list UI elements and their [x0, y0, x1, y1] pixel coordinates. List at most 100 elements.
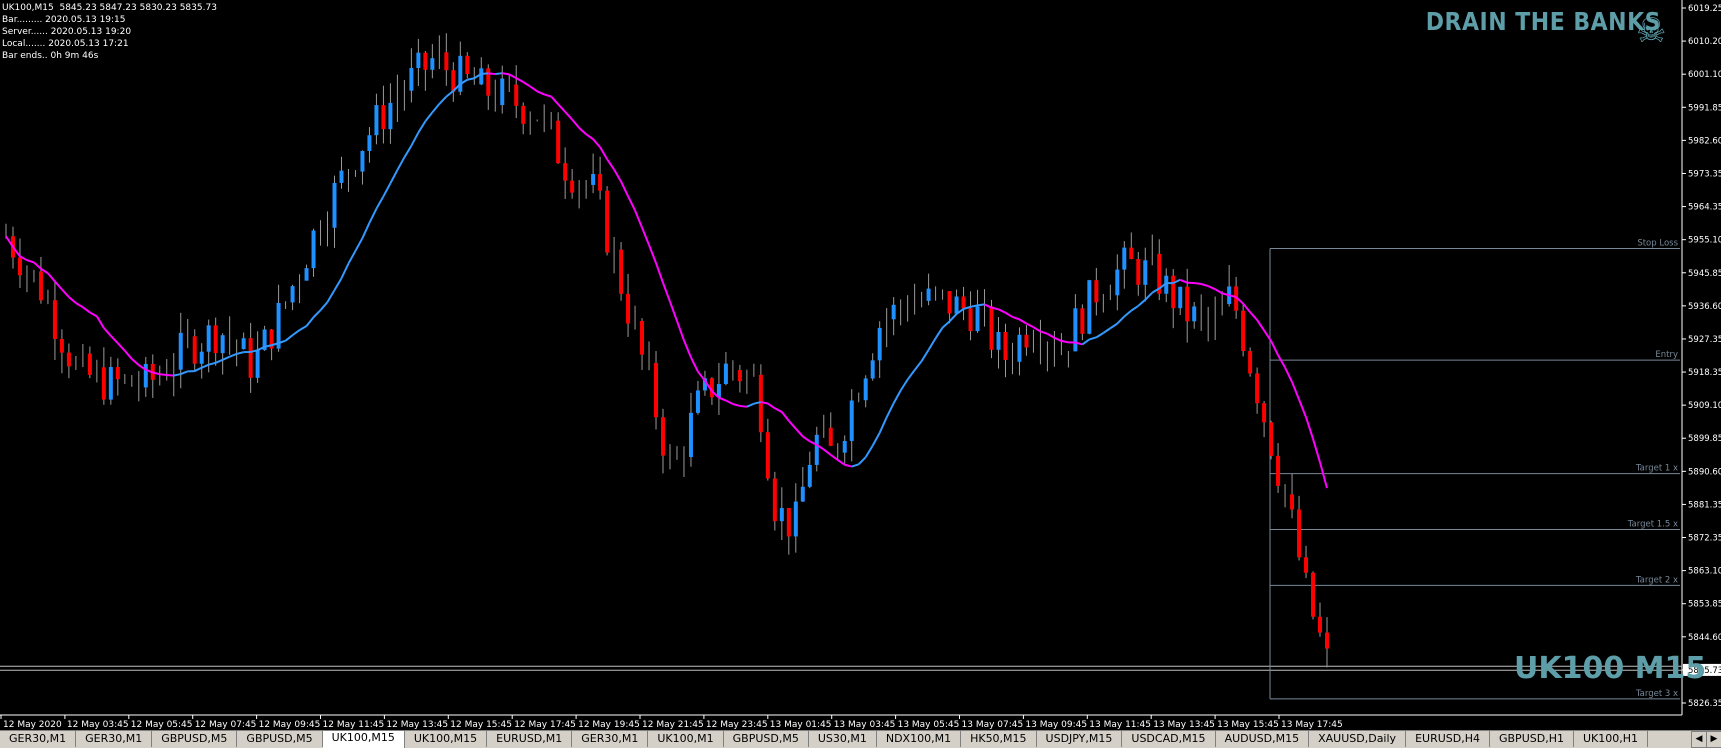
moving-average-segment	[929, 338, 936, 350]
chart-tab[interactable]: GBPUSD,M5	[152, 731, 237, 747]
time-tick-label: 12 May 11:45	[323, 720, 385, 730]
chart-tab[interactable]: GBPUSD,M5	[237, 731, 322, 747]
moving-average-segment	[873, 433, 880, 446]
moving-average-segment	[922, 350, 929, 361]
moving-average-segment	[216, 360, 223, 363]
moving-average-segment	[335, 278, 342, 290]
candle-body	[773, 478, 777, 521]
price-tick-label: 5927.35	[1688, 335, 1721, 345]
tab-scroll-left-button[interactable]: ◀	[1691, 731, 1707, 748]
price-tick-label: 5881.35	[1688, 500, 1721, 510]
candle-body	[969, 308, 973, 331]
chart-tab[interactable]: UK100,M15	[323, 730, 405, 748]
moving-average-segment	[600, 147, 607, 159]
moving-average-segment	[649, 245, 656, 263]
time-tick-label: 12 May 09:45	[259, 720, 321, 730]
moving-average-segment	[544, 94, 551, 96]
moving-average-segment	[425, 112, 432, 121]
candle-body	[661, 417, 665, 455]
moving-average-segment	[698, 372, 705, 381]
candle-body	[696, 390, 700, 412]
moving-average-segment	[1292, 382, 1299, 399]
chart-tab[interactable]: GBPUSD,H1	[1490, 731, 1574, 747]
time-tick-label: 13 May 05:45	[898, 720, 960, 730]
candle-body	[759, 375, 763, 432]
symbol-watermark: UK100 M15	[1514, 651, 1706, 686]
candle-body	[144, 364, 148, 387]
moving-average-segment	[628, 196, 635, 210]
candle-body	[1136, 259, 1140, 285]
moving-average-segment	[796, 429, 803, 437]
moving-average-segment	[118, 343, 125, 351]
candle-body	[409, 68, 413, 91]
moving-average-segment	[1131, 306, 1138, 311]
chart-tab[interactable]: USDCAD,M15	[1122, 731, 1215, 747]
trade-level-label: Target 1 x	[1635, 464, 1678, 474]
tab-scroll-right-button[interactable]: ▶	[1706, 731, 1721, 748]
chart-tab[interactable]: USDJPY,M15	[1037, 731, 1123, 747]
moving-average-segment	[998, 309, 1005, 312]
chart-tab[interactable]: AUDUSD,M15	[1216, 731, 1310, 747]
chart-tab[interactable]: GER30,M1	[572, 731, 648, 747]
price-tick-label: 5918.35	[1688, 368, 1721, 378]
candle-body	[1255, 373, 1259, 403]
candle-body	[619, 250, 623, 294]
candle-body	[116, 367, 120, 379]
moving-average-segment	[684, 340, 691, 357]
candle-body	[339, 171, 343, 183]
chart-tab[interactable]: GER30,M1	[0, 731, 76, 747]
chart-tab[interactable]: GBPUSD,M5	[724, 731, 809, 747]
moving-average-segment	[1250, 312, 1257, 320]
moving-average-segment	[866, 446, 873, 457]
moving-average-segment	[1117, 316, 1124, 323]
candle-body	[1178, 287, 1182, 308]
time-tick-label: 12 May 23:45	[706, 720, 768, 730]
moving-average-segment	[943, 321, 950, 327]
candle-body	[102, 367, 106, 399]
candle-body	[766, 432, 770, 478]
moving-average-segment	[502, 73, 509, 74]
moving-average-segment	[1145, 293, 1152, 300]
chart-tab[interactable]: EURUSD,H4	[1406, 731, 1490, 747]
chart-tab[interactable]: UK100,H1	[1574, 731, 1648, 747]
candle-body	[1311, 573, 1315, 617]
chart-tab[interactable]: GER30,M1	[76, 731, 152, 747]
time-tick-label: 12 May 13:45	[386, 720, 448, 730]
moving-average-segment	[362, 223, 369, 238]
moving-average-segment	[915, 361, 922, 370]
price-tick-label: 5909.10	[1688, 401, 1721, 411]
local-time-line: Local....... 2020.05.13 17:21	[2, 38, 129, 50]
price-tick-label: 5890.60	[1688, 467, 1721, 477]
chart-tab[interactable]: UK100,M1	[648, 731, 723, 747]
moving-average-segment	[726, 401, 733, 405]
chart-tab[interactable]: EURUSD,M1	[487, 731, 572, 747]
bar-ends-line: Bar ends.. 0h 9m 46s	[2, 50, 98, 62]
chart-tab[interactable]: NDX100,M1	[877, 731, 961, 747]
chart-tabs-bar: GER30,M1GER30,M1GBPUSD,M5GBPUSD,M5UK100,…	[0, 730, 1721, 748]
price-tick-label: 5844.60	[1688, 633, 1721, 643]
moving-average-segment	[642, 228, 649, 245]
candle-body	[1073, 308, 1077, 351]
candle-body	[976, 306, 980, 331]
chart-tab[interactable]: HK50,M15	[961, 731, 1036, 747]
price-tick-label: 6001.10	[1688, 70, 1721, 80]
moving-average-segment	[495, 73, 502, 74]
moving-average-segment	[230, 354, 237, 357]
candle-body	[214, 325, 218, 353]
chart-tab[interactable]: XAUUSD,Daily	[1309, 731, 1406, 747]
price-tick-label: 5973.35	[1688, 169, 1721, 179]
chart-tab[interactable]: US30,M1	[809, 731, 877, 747]
candle-body	[67, 353, 71, 367]
candle-body	[1248, 351, 1252, 373]
price-chart[interactable]: 6019.256010.206001.105991.855982.605973.…	[0, 0, 1721, 730]
price-tick-label: 5991.85	[1688, 103, 1721, 113]
time-tick-label: 12 May 19:45	[578, 720, 640, 730]
moving-average-segment	[509, 74, 516, 78]
chart-area[interactable]: 6019.256010.206001.105991.855982.605973.…	[0, 0, 1721, 747]
chart-tab[interactable]: UK100,M15	[405, 731, 487, 747]
candle-body	[1192, 306, 1196, 321]
candle-body	[1304, 557, 1308, 572]
moving-average-segment	[936, 328, 943, 339]
moving-average-segment	[1082, 339, 1089, 344]
moving-average-segment	[719, 398, 726, 401]
